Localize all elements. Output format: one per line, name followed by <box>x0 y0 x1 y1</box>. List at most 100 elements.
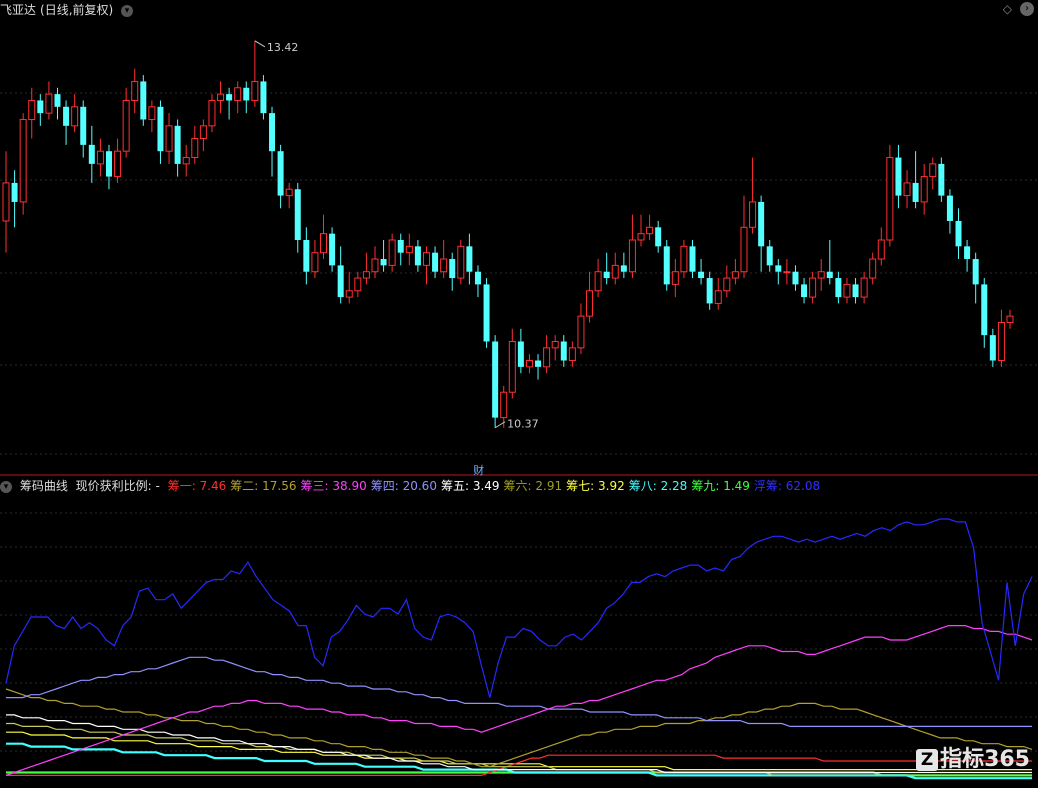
event-marker: 财 <box>473 463 484 477</box>
candle-body <box>792 271 799 285</box>
candle-body <box>362 271 370 279</box>
candle-body <box>71 106 79 127</box>
candle-body <box>54 94 61 107</box>
candle-body <box>217 93 225 101</box>
candle-body <box>938 163 945 196</box>
candle-body <box>174 125 181 164</box>
candle-body <box>182 157 190 165</box>
candle-body <box>551 340 559 349</box>
candle-body <box>234 87 242 101</box>
candle-body <box>723 277 731 292</box>
candle-body <box>628 239 636 273</box>
candle-body <box>148 106 156 120</box>
candle-body <box>440 258 448 273</box>
candle-body <box>311 252 319 273</box>
candle-body <box>766 246 773 266</box>
high-price-label: 13.42 <box>267 41 299 54</box>
candle-body <box>380 259 387 266</box>
candle-body <box>371 258 379 273</box>
candle-body <box>749 201 757 228</box>
candle-body <box>895 157 902 196</box>
candle-body <box>714 290 722 304</box>
series-line <box>5 518 1033 698</box>
candle-body <box>577 315 585 349</box>
candle-body <box>886 157 894 241</box>
candle-body <box>646 226 654 235</box>
candle-body <box>260 81 267 114</box>
candle-body <box>775 265 782 272</box>
candle-body <box>329 233 336 266</box>
candle-body <box>508 340 516 393</box>
candle-body <box>964 246 971 260</box>
candle-body <box>63 106 70 126</box>
candle-body <box>525 360 533 368</box>
logo-mark: Z <box>916 749 939 771</box>
candle-body <box>345 290 353 298</box>
candle-body <box>96 150 104 165</box>
brand-logo: Z 指标365 <box>916 746 1030 774</box>
candle-body <box>758 201 765 247</box>
series-line <box>6 722 1032 777</box>
candle-body <box>698 271 705 279</box>
candle-body <box>981 284 988 336</box>
candle-body <box>105 151 112 177</box>
candle-body <box>449 259 456 279</box>
candle-body <box>303 240 310 272</box>
candle-body <box>500 391 508 419</box>
candle-body <box>637 233 645 241</box>
candle-body <box>835 278 842 298</box>
candle-body <box>337 265 344 298</box>
candle-body <box>568 347 576 362</box>
logo-text: 指标365 <box>940 747 1030 772</box>
candle-body <box>663 246 670 285</box>
candle-body <box>2 182 10 222</box>
candle-body <box>706 278 713 304</box>
candle-body <box>354 277 362 292</box>
candle-body <box>680 245 688 273</box>
candle-body <box>989 335 996 361</box>
candle-body <box>37 100 44 114</box>
candle-body <box>852 284 859 298</box>
candle-body <box>131 80 139 101</box>
candle-body <box>843 283 851 298</box>
candle-body <box>320 233 328 254</box>
candle-body <box>543 347 551 368</box>
candle-body <box>277 151 284 196</box>
candle-body <box>414 246 421 266</box>
candle-body <box>114 150 122 178</box>
candle-body <box>199 125 207 140</box>
candle-body <box>740 226 748 273</box>
candle-body <box>466 246 473 272</box>
candle-body <box>294 189 301 240</box>
candle-body <box>920 176 928 203</box>
candle-body <box>88 144 95 164</box>
candle-body <box>903 182 911 197</box>
candle-body <box>689 246 696 272</box>
candle-body <box>457 245 465 279</box>
candle-body <box>594 271 602 292</box>
candle-body <box>671 271 679 285</box>
candle-body <box>80 106 87 145</box>
candle-body <box>535 360 542 367</box>
chart-area[interactable]: 13.42 10.37 财 <box>0 0 1038 788</box>
candle-body <box>860 277 868 298</box>
candle-body <box>483 284 490 342</box>
candle-body <box>191 138 199 159</box>
candle-body <box>997 321 1005 362</box>
candle-body <box>972 259 979 285</box>
candle-body <box>946 195 953 221</box>
candle-body <box>783 271 791 274</box>
series-line <box>5 688 1033 768</box>
candle-body <box>474 271 481 285</box>
candle-body <box>869 258 877 279</box>
candle-body <box>226 94 233 101</box>
candle-body <box>208 99 216 127</box>
candle-body <box>140 81 147 120</box>
candle-body <box>122 99 130 152</box>
candle-body <box>817 271 825 279</box>
candle-body <box>809 277 817 298</box>
candle-body <box>157 106 164 152</box>
low-price-label: 10.37 <box>507 418 538 431</box>
candle-body <box>1006 315 1014 323</box>
candle-body <box>243 87 250 101</box>
